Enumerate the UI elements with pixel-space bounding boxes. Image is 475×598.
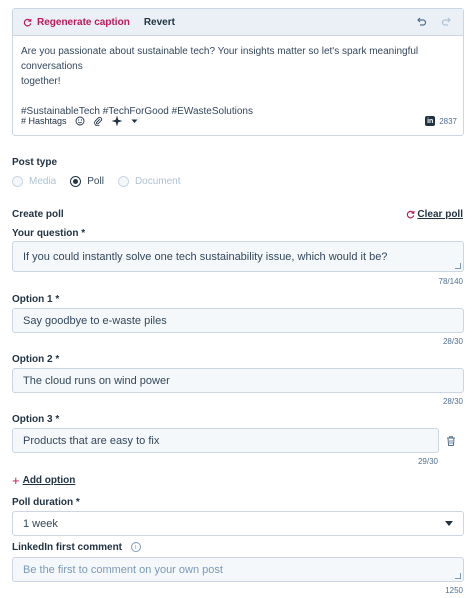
emoji-icon[interactable] (75, 116, 85, 126)
poll-duration-label: Poll duration * (12, 497, 80, 508)
refresh-icon (23, 18, 32, 26)
option-3-label: Option 3 * (12, 414, 60, 425)
question-char-count: 78/140 (438, 277, 463, 286)
question-label: Your question * (12, 228, 86, 239)
resize-handle[interactable] (455, 573, 461, 579)
post-type-label: Post type (12, 157, 58, 168)
radio-circle (117, 176, 129, 187)
radio-label: Media (29, 176, 57, 187)
character-counter: in 2837 (425, 116, 457, 126)
post-type-radio-group: Media Poll Document (12, 176, 195, 187)
revert-button[interactable]: Revert (144, 17, 175, 28)
caret-down-icon (445, 521, 453, 526)
caption-editor: Regenerate caption Revert Are you passio… (12, 8, 464, 136)
option-1-value: Say goodbye to e-waste piles (23, 314, 167, 327)
option-2-label: Option 2 * (12, 354, 60, 365)
poll-duration-value: 1 week (23, 517, 58, 530)
post-type-poll-radio[interactable]: Poll (70, 176, 104, 187)
ai-sparkle-icon[interactable] (111, 115, 123, 127)
radio-circle-selected (70, 176, 82, 187)
radio-label: Document (134, 176, 181, 187)
clear-poll-label: Clear poll (417, 209, 463, 220)
question-value: If you could instantly solve one tech su… (23, 250, 388, 263)
option-3-value: Products that are easy to fix (23, 434, 160, 447)
add-option-label: Add option (22, 475, 76, 486)
option-1-input[interactable]: Say goodbye to e-waste piles (12, 308, 464, 333)
info-icon[interactable]: i (130, 542, 141, 553)
option-2-char-count: 28/30 (442, 397, 463, 406)
regenerate-caption-label: Regenerate caption (37, 16, 130, 28)
caption-line: Are you passionate about sustainable tec… (21, 46, 419, 72)
first-comment-placeholder: Be the first to comment on your own post (23, 563, 223, 576)
plus-icon: + (12, 473, 20, 488)
poll-duration-select[interactable]: 1 week (12, 511, 464, 536)
option-2-input[interactable]: The cloud runs on wind power (12, 368, 464, 393)
first-comment-textarea[interactable]: Be the first to comment on your own post (12, 557, 464, 582)
editor-toolbar: Regenerate caption Revert (13, 9, 463, 36)
caption-text-area[interactable]: Are you passionate about sustainable tec… (13, 36, 463, 117)
first-comment-label-text: LinkedIn first comment (12, 542, 123, 553)
option-1-label: Option 1 * (12, 294, 60, 305)
first-comment-char-count: 1250 (445, 586, 463, 595)
caption-line: together! (21, 76, 61, 87)
attachment-icon[interactable] (93, 116, 103, 126)
editor-bottom-toolbar: # Hashtags in 2837 (21, 114, 457, 128)
linkedin-icon: in (425, 116, 436, 126)
resize-handle[interactable] (455, 263, 461, 269)
refresh-icon (407, 210, 415, 219)
create-poll-label: Create poll (12, 209, 64, 220)
option-1-char-count: 28/30 (442, 337, 463, 346)
clear-poll-button[interactable]: Clear poll (406, 209, 463, 220)
option-3-char-count: 29/30 (417, 457, 438, 466)
option-3-input[interactable]: Products that are easy to fix (12, 428, 439, 453)
character-count: 2837 (439, 116, 457, 126)
question-textarea[interactable]: If you could instantly solve one tech su… (12, 241, 464, 272)
undo-icon[interactable] (415, 16, 427, 28)
post-type-media-radio[interactable]: Media (12, 176, 56, 187)
chevron-down-icon[interactable] (131, 119, 138, 124)
radio-circle (12, 176, 23, 187)
regenerate-caption-button[interactable]: Regenerate caption (23, 17, 130, 28)
trash-icon[interactable] (445, 435, 457, 447)
add-option-button[interactable]: + Add option (12, 473, 75, 488)
first-comment-label: LinkedIn first comment i (12, 542, 141, 553)
post-type-document-radio[interactable]: Document (117, 176, 181, 187)
radio-label: Poll (87, 176, 104, 187)
redo-icon[interactable] (441, 16, 453, 28)
hashtags-button[interactable]: # Hashtags (21, 116, 67, 126)
option-2-value: The cloud runs on wind power (23, 374, 170, 387)
